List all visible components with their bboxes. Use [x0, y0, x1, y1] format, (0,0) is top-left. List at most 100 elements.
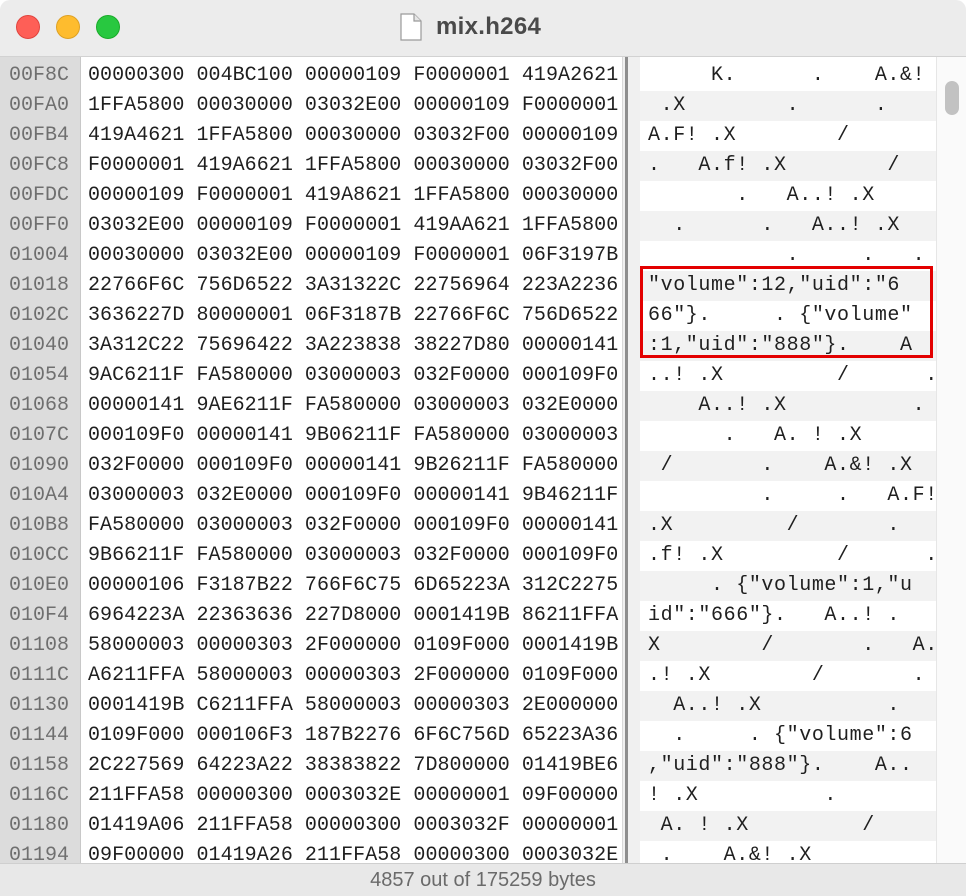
row-offset: 00FDC	[9, 184, 70, 207]
close-icon[interactable]	[16, 15, 40, 39]
row-ascii-text[interactable]: K. . A.&!	[648, 61, 925, 91]
document-icon	[400, 13, 422, 41]
hex-row[interactable]: 01054 9AC6211F FA580000 03000003 032F0000…	[0, 361, 938, 391]
row-offset: 01054	[9, 364, 70, 387]
row-ascii-text[interactable]: A.F! .X /	[648, 121, 850, 151]
row-ascii-text[interactable]: / . A.&! .X	[648, 451, 913, 481]
hex-row[interactable]: 010B8 FA580000 03000003 032F0000 000109F0…	[0, 511, 950, 541]
hex-row[interactable]: 01090 032F0000 000109F0 00000141 9B26211F…	[0, 451, 936, 481]
hex-row[interactable]: 010E0 00000106 F3187B22 766F6C75 6D65223A…	[0, 571, 936, 601]
row-offset: 010E0	[9, 574, 70, 597]
row-ascii-text[interactable]: A..! .X .	[648, 391, 925, 421]
hex-row[interactable]: 00FC8 F0000001 419A6621 1FFA5800 00030000…	[0, 151, 936, 181]
row-hex-bytes[interactable]: 0001419B C6211FFA 58000003 00000303 2E00…	[88, 691, 618, 721]
row-ascii-text[interactable]: A. ! .X /	[648, 811, 875, 841]
row-offset: 00FB4	[9, 124, 70, 147]
row-ascii-text[interactable]: .f! .X / .	[648, 541, 938, 571]
hex-row[interactable]: 01018 22766F6C 756D6522 3A31322C 22756964…	[0, 271, 936, 301]
row-ascii-text[interactable]: :1,"uid":"888"}. A	[648, 331, 913, 361]
row-ascii-text[interactable]: "volume":12,"uid":"6	[648, 271, 900, 301]
hex-row[interactable]: 01158 2C227569 64223A22 38383822 7D800000…	[0, 751, 936, 781]
hex-row[interactable]: 00FB4 419A4621 1FFA5800 00030000 03032F00…	[0, 121, 936, 151]
row-ascii-text[interactable]: ! .X .	[648, 781, 837, 811]
row-hex-bytes[interactable]: 00000141 9AE6211F FA580000 03000003 032E…	[88, 391, 618, 421]
hex-view[interactable]: 00F8C 00000300 004BC100 00000109 F0000001…	[0, 57, 966, 863]
row-ascii-text[interactable]: .! .X / .	[648, 661, 925, 691]
hex-row[interactable]: 01040 3A312C22 75696422 3A223838 38227D80…	[0, 331, 936, 361]
hex-row[interactable]: 01194 09F00000 01419A26 211FFA58 00000300…	[0, 841, 936, 863]
scrollbar-thumb[interactable]	[945, 81, 959, 115]
minimize-icon[interactable]	[56, 15, 80, 39]
row-ascii-text[interactable]: . . A.F!	[648, 481, 938, 511]
window-title: mix.h264	[436, 13, 542, 40]
hex-row[interactable]: 01108 58000003 00000303 2F000000 0109F000…	[0, 631, 938, 661]
row-hex-bytes[interactable]: 6964223A 22363636 227D8000 0001419B 8621…	[88, 601, 618, 631]
row-ascii-text[interactable]: . A.f! .X /	[648, 151, 900, 181]
row-hex-bytes[interactable]: 000109F0 00000141 9B06211F FA580000 0300…	[88, 421, 618, 451]
row-hex-bytes[interactable]: 2C227569 64223A22 38383822 7D800000 0141…	[88, 751, 618, 781]
row-offset: 00F8C	[9, 64, 70, 87]
hex-row[interactable]: 0107C 000109F0 00000141 9B06211F FA580000…	[0, 421, 936, 451]
hex-row[interactable]: 01130 0001419B C6211FFA 58000003 00000303…	[0, 691, 936, 721]
hex-row[interactable]: 00FF0 03032E00 00000109 F0000001 419AA621…	[0, 211, 936, 241]
vertical-scrollbar[interactable]	[936, 57, 966, 863]
hex-row[interactable]: 0102C 3636227D 80000001 06F3187B 22766F6C…	[0, 301, 936, 331]
row-hex-bytes[interactable]: 3636227D 80000001 06F3187B 22766F6C 756D…	[88, 301, 618, 331]
row-ascii-text[interactable]: A..! .X .	[648, 691, 900, 721]
row-ascii-text[interactable]: X / . A.	[648, 631, 938, 661]
maximize-icon[interactable]	[96, 15, 120, 39]
row-ascii-text[interactable]: 66"}. . {"volume"	[648, 301, 913, 331]
row-offset: 01068	[9, 394, 70, 417]
row-hex-bytes[interactable]: 1FFA5800 00030000 03032E00 00000109 F000…	[88, 91, 618, 121]
row-hex-bytes[interactable]: 00000109 F0000001 419A8621 1FFA5800 0003…	[88, 181, 618, 211]
hex-row[interactable]: 0116C 211FFA58 00000300 0003032E 00000001…	[0, 781, 936, 811]
row-hex-bytes[interactable]: 9B66211F FA580000 03000003 032F0000 0001…	[88, 541, 618, 571]
row-hex-bytes[interactable]: F0000001 419A6621 1FFA5800 00030000 0303…	[88, 151, 618, 181]
row-ascii-text[interactable]: . A..! .X	[648, 181, 875, 211]
hex-row[interactable]: 01004 00030000 03032E00 00000109 F0000001…	[0, 241, 950, 271]
row-hex-bytes[interactable]: 9AC6211F FA580000 03000003 032F0000 0001…	[88, 361, 618, 391]
row-hex-bytes[interactable]: 0109F000 000106F3 187B2276 6F6C756D 6522…	[88, 721, 618, 751]
row-hex-bytes[interactable]: 22766F6C 756D6522 3A31322C 22756964 223A…	[88, 271, 618, 301]
hex-row[interactable]: 010F4 6964223A 22363636 227D8000 0001419B…	[0, 601, 936, 631]
row-hex-bytes[interactable]: FA580000 03000003 032F0000 000109F0 0000…	[88, 511, 618, 541]
hex-row[interactable]: 010CC 9B66211F FA580000 03000003 032F0000…	[0, 541, 938, 571]
status-text: 4857 out of 175259 bytes	[370, 869, 596, 891]
row-hex-bytes[interactable]: 419A4621 1FFA5800 00030000 03032F00 0000…	[88, 121, 618, 151]
row-offset: 00FF0	[9, 214, 70, 237]
row-ascii-text[interactable]: .X / . A	[648, 511, 950, 541]
row-hex-bytes[interactable]: 01419A06 211FFA58 00000300 0003032F 0000…	[88, 811, 618, 841]
hex-row[interactable]: 0111C A6211FFA 58000003 00000303 2F000000…	[0, 661, 936, 691]
row-hex-bytes[interactable]: 032F0000 000109F0 00000141 9B26211F FA58…	[88, 451, 618, 481]
row-ascii-text[interactable]: . {"volume":1,"u	[648, 571, 913, 601]
row-hex-bytes[interactable]: 00000300 004BC100 00000109 F0000001 419A…	[88, 61, 618, 91]
row-ascii-text[interactable]: . . A..! .X	[648, 211, 900, 241]
row-hex-bytes[interactable]: 00000106 F3187B22 766F6C75 6D65223A 312C…	[88, 571, 618, 601]
row-ascii-text[interactable]: ,"uid":"888"}. A..	[648, 751, 913, 781]
row-offset: 0107C	[9, 424, 70, 447]
row-ascii-text[interactable]: . . . {	[648, 241, 950, 271]
row-hex-bytes[interactable]: 00030000 03032E00 00000109 F0000001 06F3…	[88, 241, 618, 271]
row-hex-bytes[interactable]: 211FFA58 00000300 0003032E 00000001 09F0…	[88, 781, 618, 811]
hex-row[interactable]: 01144 0109F000 000106F3 187B2276 6F6C756D…	[0, 721, 936, 751]
hex-row[interactable]: 00FA0 1FFA5800 00030000 03032E00 00000109…	[0, 91, 936, 121]
row-ascii-text[interactable]: .X . .	[648, 91, 887, 121]
row-hex-bytes[interactable]: 03000003 032E0000 000109F0 00000141 9B46…	[88, 481, 618, 511]
hex-row[interactable]: 01180 01419A06 211FFA58 00000300 0003032F…	[0, 811, 936, 841]
row-hex-bytes[interactable]: A6211FFA 58000003 00000303 2F000000 0109…	[88, 661, 618, 691]
row-ascii-text[interactable]: . A. ! .X	[648, 421, 862, 451]
hex-row[interactable]: 00FDC 00000109 F0000001 419A8621 1FFA5800…	[0, 181, 936, 211]
row-ascii-text[interactable]: . . {"volume":6	[648, 721, 913, 751]
row-hex-bytes[interactable]: 09F00000 01419A26 211FFA58 00000300 0003…	[88, 841, 618, 863]
row-hex-bytes[interactable]: 03032E00 00000109 F0000001 419AA621 1FFA…	[88, 211, 618, 241]
hex-row[interactable]: 01068 00000141 9AE6211F FA580000 03000003…	[0, 391, 936, 421]
hex-row[interactable]: 00F8C 00000300 004BC100 00000109 F0000001…	[0, 61, 936, 91]
hex-row[interactable]: 010A4 03000003 032E0000 000109F0 00000141…	[0, 481, 938, 511]
row-ascii-text[interactable]: id":"666"}. A..! .	[648, 601, 900, 631]
row-hex-bytes[interactable]: 3A312C22 75696422 3A223838 38227D80 0000…	[88, 331, 618, 361]
row-offset: 00FC8	[9, 154, 70, 177]
status-bar: 4857 out of 175259 bytes	[0, 863, 966, 896]
row-hex-bytes[interactable]: 58000003 00000303 2F000000 0109F000 0001…	[88, 631, 618, 661]
row-ascii-text[interactable]: . A.&! .X	[648, 841, 812, 863]
row-ascii-text[interactable]: ..! .X / .	[648, 361, 938, 391]
